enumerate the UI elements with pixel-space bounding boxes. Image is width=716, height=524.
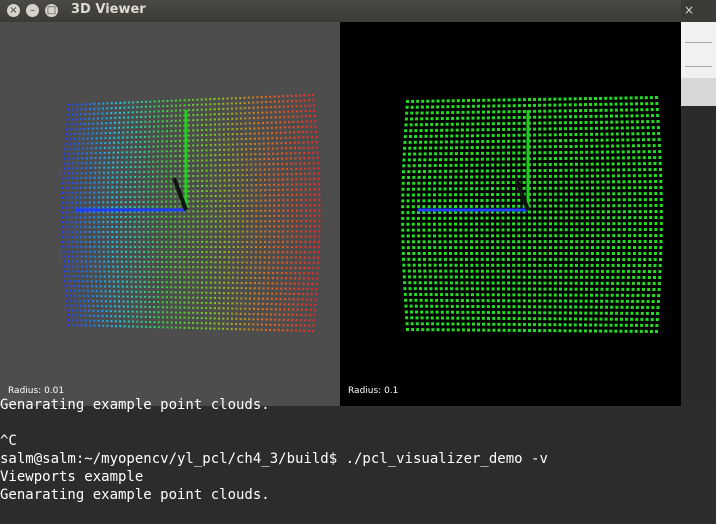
minimize-button[interactable]: – <box>26 4 39 17</box>
point-cloud-points <box>61 94 321 332</box>
terminal-line: Genarating example point clouds. <box>0 397 270 413</box>
point-cloud-right[interactable] <box>340 22 681 406</box>
terminal-line: Viewports example <box>0 469 144 485</box>
maximize-button[interactable]: □ <box>45 4 58 17</box>
minimize-icon: – <box>30 5 35 16</box>
viewport-radius-label: Radius: 0.01 <box>8 386 65 396</box>
terminal-line: salm@salm:~/myopencv/yl_pcl/ch4_3/build$… <box>0 451 548 467</box>
terminal[interactable]: Genarating example point clouds. ^C salm… <box>0 397 716 524</box>
point-cloud-points <box>401 96 663 333</box>
window-title: 3D Viewer <box>71 2 146 17</box>
viewport-left[interactable]: Radius: 0.01 <box>0 22 340 406</box>
terminal-line: ^C <box>0 433 17 449</box>
point-cloud-left[interactable] <box>0 22 340 406</box>
divider <box>685 42 712 43</box>
background-window-strip <box>681 78 716 106</box>
close-icon: × <box>9 5 18 16</box>
coordinate-axes <box>76 110 188 212</box>
terminal-line: Genarating example point clouds. <box>0 487 270 503</box>
close-button[interactable]: × <box>7 4 20 17</box>
viewport-right[interactable]: Radius: 0.1 <box>340 22 681 406</box>
maximize-icon: □ <box>46 5 57 16</box>
background-window-close-icon[interactable]: × <box>684 3 694 17</box>
divider <box>685 66 712 67</box>
viewport-radius-label: Radius: 0.1 <box>348 386 399 396</box>
3d-viewer[interactable]: Radius: 0.01 Radius: 0.1 <box>0 22 681 406</box>
